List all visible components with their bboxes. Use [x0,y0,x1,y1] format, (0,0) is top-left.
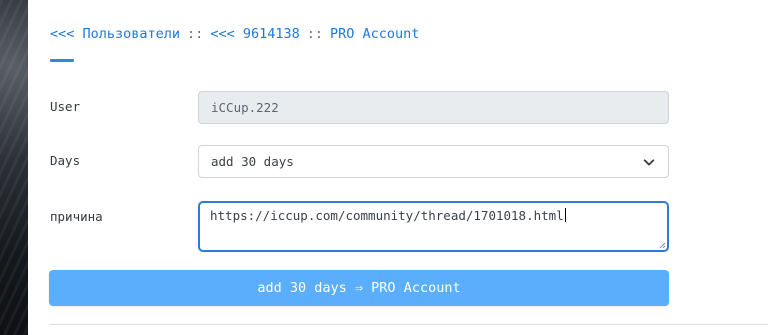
divider [50,324,768,325]
user-label: User [50,99,81,114]
user-field: iCCup.222 [198,91,669,124]
reason-label: причина [50,209,103,224]
resize-handle-icon[interactable] [658,241,666,249]
reason-text: https://iccup.com/community/thread/17010… [210,208,564,223]
chevron-down-icon [643,158,655,165]
breadcrumb-separator: :: [187,26,204,42]
days-select[interactable]: add 30 days [198,145,669,178]
breadcrumb-current[interactable]: PRO Account [330,26,419,42]
breadcrumb: <<< Пользователи:: <<< 9614138:: PRO Accou… [50,26,419,62]
submit-button[interactable]: add 30 days ⇒ PRO Account [49,270,669,306]
breadcrumb-separator: :: [306,26,323,42]
breadcrumb-users-link[interactable]: <<< Пользователи [50,26,180,42]
pro-account-panel: <<< Пользователи:: <<< 9614138:: PRO Accou… [28,0,768,335]
days-label: Days [50,153,81,168]
background-image [0,0,28,335]
reason-textarea[interactable]: https://iccup.com/community/thread/17010… [198,201,669,252]
text-caret [564,208,566,222]
days-select-value: add 30 days [211,154,294,169]
active-tab-indicator [50,59,74,62]
breadcrumb-user-id-link[interactable]: <<< 9614138 [210,26,299,42]
